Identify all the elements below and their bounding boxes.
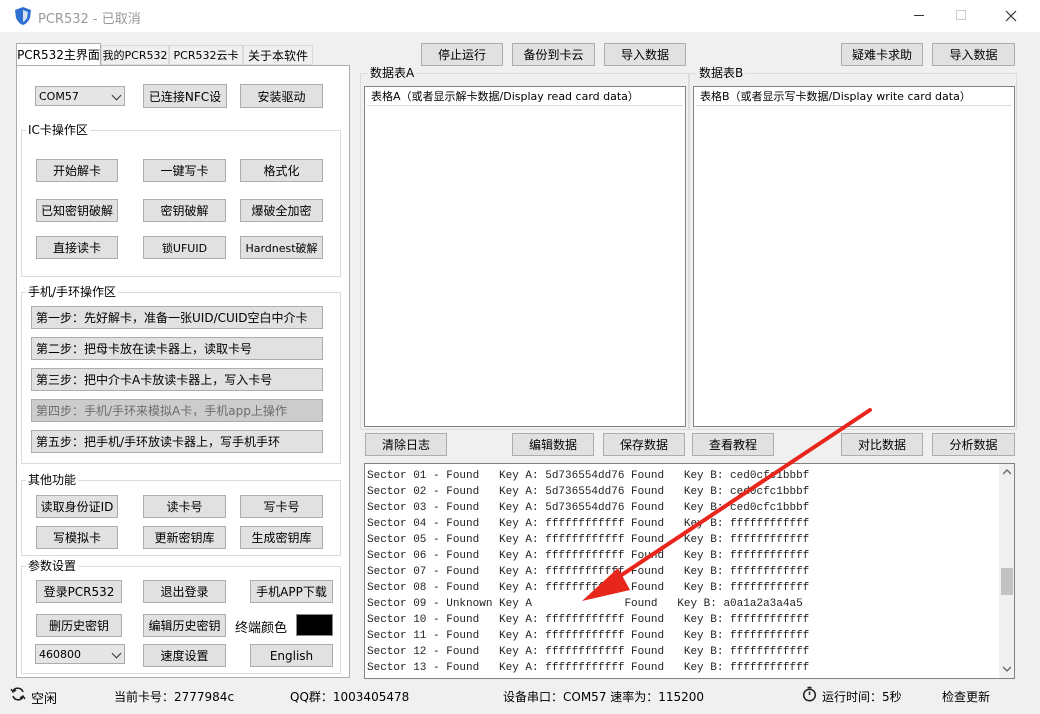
terminal-color-swatch[interactable] — [296, 614, 333, 636]
log-line: Sector 10 - Found Key A: ffffffffffff Fo… — [367, 614, 810, 626]
read-id-card-button[interactable]: 读取身份证ID — [36, 495, 118, 518]
language-button[interactable]: English — [250, 644, 333, 667]
window-title: PCR532 - 已取消 — [38, 12, 141, 27]
write-emulated-card-button[interactable]: 写模拟卡 — [36, 526, 118, 549]
edit-history-keys-button[interactable]: 编辑历史密钥 — [143, 614, 226, 637]
port-select[interactable]: COM57 — [35, 86, 125, 106]
brute-force-button[interactable]: 爆破全加密 — [240, 199, 323, 222]
other-functions-title: 其他功能 — [26, 473, 79, 487]
status-qq-group: QQ群：1003405478 — [290, 690, 410, 704]
table-b-header: 表格B（或者显示写卡数据/Display write card data） — [696, 88, 1012, 106]
delete-history-keys-button[interactable]: 删历史密钥 — [36, 614, 122, 637]
read-card-number-button[interactable]: 读卡号 — [143, 495, 226, 518]
lock-ufuid-button[interactable]: 锁UFUID — [143, 236, 226, 259]
generate-keystore-button[interactable]: 生成密钥库 — [240, 526, 323, 549]
scrollbar-thumb[interactable] — [1001, 568, 1013, 595]
hardnest-crack-button[interactable]: Hardnest破解 — [240, 236, 323, 259]
install-driver-button[interactable]: 安装驱动 — [240, 84, 323, 108]
scroll-down-icon[interactable] — [1003, 666, 1011, 672]
log-line: Sector 12 - Found Key A: ffffffffffff Fo… — [367, 646, 810, 658]
close-button[interactable] — [995, 0, 1027, 32]
known-key-crack-button[interactable]: 已知密钥破解 — [36, 199, 118, 222]
step-1-button[interactable]: 第一步：先好解卡，准备一张UID/CUID空白中介卡 — [31, 306, 323, 329]
stopwatch-icon — [802, 686, 817, 702]
step-5-button[interactable]: 第五步：把手机/手环放读卡器上，写手机手环 — [31, 430, 323, 453]
key-crack-button[interactable]: 密钥破解 — [143, 199, 226, 222]
parameter-group-title: 参数设置 — [26, 559, 79, 573]
title-bar: PCR532 - 已取消 — [0, 0, 1040, 32]
import-data-button[interactable]: 导入数据 — [604, 43, 686, 66]
login-button[interactable]: 登录PCR532 — [36, 580, 122, 603]
status-idle: 空闲 — [31, 692, 58, 707]
analyze-data-button[interactable]: 分析数据 — [932, 433, 1015, 456]
log-line: Sector 13 - Found Key A: ffffffffffff Fo… — [367, 662, 810, 674]
log-line: Sector 11 - Found Key A: ffffffffffff Fo… — [367, 630, 810, 642]
chevron-down-icon — [111, 90, 122, 101]
help-card-button[interactable]: 疑难卡求助 — [841, 43, 923, 66]
tab-my-pcr532[interactable]: 我的PCR532 — [101, 45, 169, 65]
shield-icon — [15, 7, 31, 25]
scroll-up-icon[interactable] — [1003, 469, 1011, 475]
refresh-icon — [10, 687, 26, 701]
status-port: 设备串口：COM57 速率为：115200 — [503, 690, 705, 704]
phone-group-title: 手机/手环操作区 — [26, 285, 119, 299]
table-a-header: 表格A（或者显示解卡数据/Display read card data） — [367, 88, 683, 106]
backup-cloud-button[interactable]: 备份到卡云 — [512, 43, 595, 66]
tab-main[interactable]: PCR532主界面 — [16, 43, 101, 65]
one-click-write-button[interactable]: 一键写卡 — [143, 159, 226, 182]
chevron-down-icon — [111, 648, 122, 659]
red-arrow-annotation — [582, 408, 872, 601]
status-card-number: 当前卡号：2777984c — [114, 690, 235, 704]
ic-card-group-title: IC卡操作区 — [26, 123, 90, 137]
step-3-button[interactable]: 第三步：把中介卡A卡放读卡器上，写入卡号 — [31, 368, 323, 391]
write-card-number-button[interactable]: 写卡号 — [240, 495, 323, 518]
step-2-button[interactable]: 第二步：把母卡放在读卡器上，读取卡号 — [31, 337, 323, 360]
baud-rate-select[interactable]: 460800 — [35, 644, 125, 664]
start-decode-button[interactable]: 开始解卡 — [36, 159, 118, 182]
table-a-group-label: 数据表A — [368, 66, 417, 80]
speed-settings-button[interactable]: 速度设置 — [143, 644, 226, 667]
update-keystore-button[interactable]: 更新密钥库 — [143, 526, 226, 549]
stop-running-button[interactable]: 停止运行 — [421, 43, 503, 66]
status-runtime: 运行时间：5秒 — [822, 690, 902, 704]
table-b[interactable]: 表格B（或者显示写卡数据/Display write card data） — [693, 86, 1015, 427]
step-4-button[interactable]: 第四步：手机/手环来模拟A卡，手机app上操作 — [31, 399, 323, 422]
format-button[interactable]: 格式化 — [240, 159, 323, 182]
connected-nfc-button[interactable]: 已连接NFC设 — [143, 84, 227, 108]
app-download-button[interactable]: 手机APP下载 — [250, 580, 333, 603]
terminal-color-label: 终端颜色 — [235, 621, 288, 636]
minimize-button[interactable] — [903, 0, 935, 32]
clear-log-button[interactable]: 清除日志 — [365, 433, 447, 456]
table-a[interactable]: 表格A（或者显示解卡数据/Display read card data） — [364, 86, 686, 427]
log-scrollbar[interactable] — [999, 464, 1014, 678]
tab-cloud-card[interactable]: PCR532云卡 — [169, 45, 243, 65]
maximize-button[interactable] — [945, 0, 977, 32]
close-icon — [1005, 10, 1017, 22]
check-update-link[interactable]: 检查更新 — [942, 688, 990, 705]
direct-read-button[interactable]: 直接读卡 — [36, 236, 118, 259]
import-data-button-2[interactable]: 导入数据 — [932, 43, 1015, 66]
logout-button[interactable]: 退出登录 — [143, 580, 226, 603]
table-b-group-label: 数据表B — [697, 66, 746, 80]
tab-about[interactable]: 关于本软件 — [243, 45, 313, 65]
